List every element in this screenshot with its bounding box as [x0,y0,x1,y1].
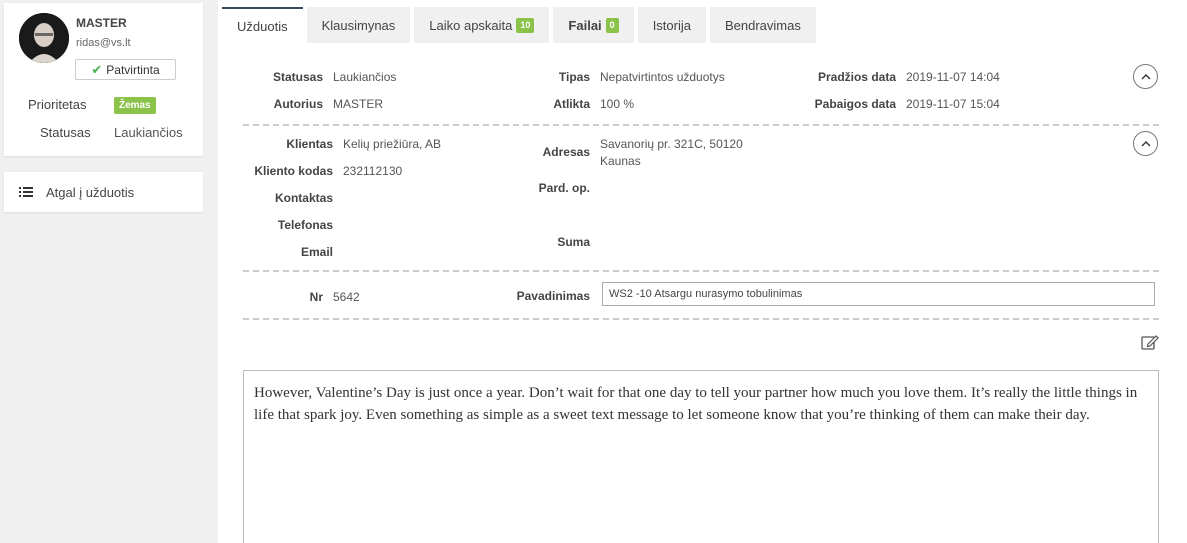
client-code-value: 232112130 [343,164,403,178]
user-name: MASTER [76,16,127,30]
address-line1: Savanorių pr. 321C, 50120 [600,137,743,151]
tab-label: Failai [568,17,602,33]
task-status-label: Statusas [272,70,323,84]
done-value: 100 % [600,97,635,111]
divider [243,124,1159,126]
start-date-value: 2019-11-07 14:04 [906,70,1000,84]
address-label: Adresas [542,145,590,159]
sales-label: Pard. op. [538,181,590,195]
tab-label: Laiko apskaita [429,17,513,33]
status-value: Laukiančios [114,125,183,140]
tab-laiko-apskaita[interactable]: Laiko apskaita 10 [414,7,550,43]
type-label: Tipas [558,70,590,84]
phone-label: Telefonas [277,218,333,232]
verified-badge: ✔ Patvirtinta [75,59,176,80]
check-icon: ✔ [91,61,103,77]
nr-value: 5642 [333,290,360,304]
type-value: Nepatvirtintos užduotys [600,70,725,84]
tab-failai[interactable]: Failai 0 [553,7,634,43]
tab-bar: Užduotis Klausimynas Laiko apskaita 10 Fa… [222,7,816,43]
done-label: Atlikta [553,97,590,111]
tab-label: Istorija [652,17,691,33]
collapse-task-button[interactable] [1133,64,1158,89]
user-email: ridas@vs.lt [76,37,131,49]
verified-label: Patvirtinta [106,62,160,77]
email-label: Email [300,245,333,259]
author-value: MASTER [333,97,384,111]
task-status-value: Laukiančios [333,70,397,84]
tab-label: Klausimynas [321,17,396,33]
collapse-client-button[interactable] [1133,131,1158,156]
back-to-tasks-link[interactable]: Atgal į užduotis [4,172,203,212]
main-panel: Užduotis Klausimynas Laiko apskaita 10 Fa… [218,0,1187,543]
back-label: Atgal į užduotis [46,184,135,200]
tab-label: Užduotis [237,18,288,34]
tab-istorija[interactable]: Istorija [637,7,706,43]
edit-icon[interactable] [1141,334,1159,350]
tab-bendravimas[interactable]: Bendravimas [709,7,816,43]
client-code-label: Kliento kodas [254,164,333,178]
description-editor[interactable]: However, Valentine’s Day is just once a … [243,370,1159,543]
chevron-up-icon [1141,140,1150,146]
nr-label: Nr [309,290,323,304]
divider [243,318,1159,320]
chevron-up-icon [1141,73,1150,79]
sum-label: Suma [557,235,590,249]
profile-card: MASTER ridas@vs.lt ✔ Patvirtinta Priorit… [4,3,203,156]
priority-badge: Žemas [114,97,156,114]
tab-badge: 10 [516,17,535,33]
divider [243,270,1159,272]
status-label: Statusas [40,125,91,140]
tab-label: Bendravimas [724,17,801,33]
title-input[interactable]: WS2 -10 Atsargu nurasymo tobulinimas [602,282,1155,306]
start-date-label: Pradžios data [817,70,896,84]
client-value: Kelių priežiūra, AB [343,137,442,151]
client-label: Klientas [286,137,333,151]
tab-badge: 0 [605,17,619,33]
author-label: Autorius [273,97,323,111]
avatar [19,13,69,63]
list-icon [19,187,33,197]
title-label: Pavadinimas [516,289,590,303]
address-line2: Kaunas [600,154,641,168]
tab-uzduotis[interactable]: Užduotis [222,7,303,43]
end-date-value: 2019-11-07 15:04 [906,97,1000,111]
priority-label: Prioritetas [28,97,87,112]
contact-label: Kontaktas [274,191,333,205]
tab-klausimynas[interactable]: Klausimynas [306,7,411,43]
end-date-label: Pabaigos data [814,97,896,111]
